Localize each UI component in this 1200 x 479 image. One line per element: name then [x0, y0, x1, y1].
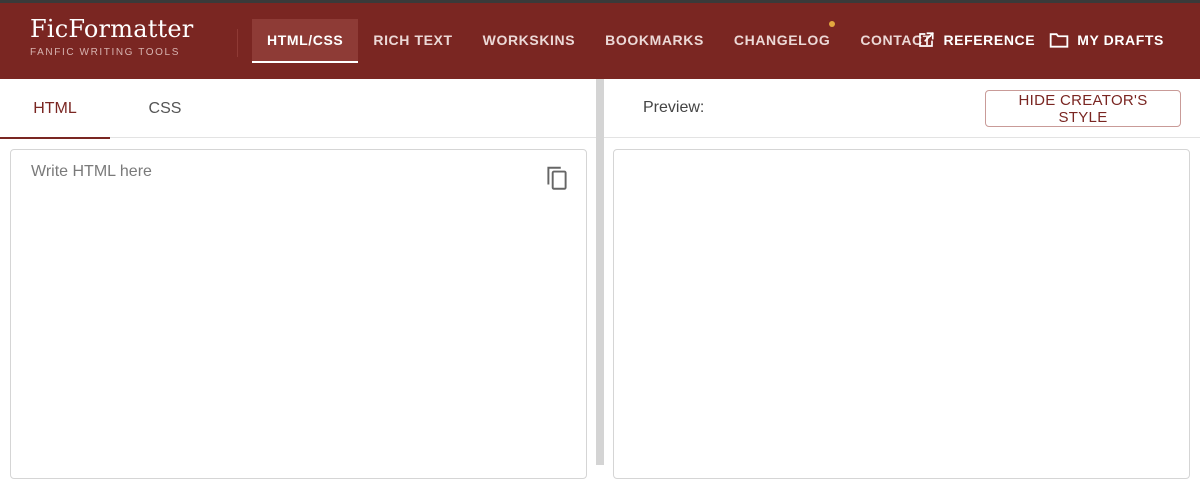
tab-label: CSS [148, 99, 182, 117]
notification-dot [829, 21, 836, 27]
main-nav: HTML/CSS RICH TEXT WORKSKINS BOOKMARKS C… [252, 19, 947, 63]
reference-link[interactable]: REFERENCE [917, 31, 1035, 49]
tab-css[interactable]: CSS [110, 79, 220, 138]
html-input[interactable] [11, 150, 586, 478]
nav-item-label: CHANGELOG [733, 32, 831, 48]
tab-label: HTML [33, 99, 77, 117]
html-editor [10, 149, 587, 479]
copy-button[interactable] [544, 164, 570, 192]
nav-item-bookmarks[interactable]: BOOKMARKS [590, 19, 719, 61]
nav-item-label: HTML/CSS [267, 32, 344, 48]
nav-item-rich-text[interactable]: RICH TEXT [358, 19, 467, 61]
nav-item-label: RICH TEXT [373, 32, 453, 48]
drafts-label: MY DRAFTS [1077, 32, 1164, 48]
editor-tabs: HTML CSS [0, 79, 596, 139]
brand-subtitle: FANFIC WRITING TOOLS [30, 47, 180, 58]
folder-icon [1049, 31, 1069, 49]
tab-html[interactable]: HTML [0, 79, 110, 139]
nav-item-label: WORKSKINS [482, 32, 576, 48]
top-navbar: FicFormatter FANFIC WRITING TOOLS HTML/C… [0, 3, 1200, 79]
editor-panel: HTML CSS [0, 79, 596, 479]
copy-icon [544, 166, 570, 196]
reference-label: REFERENCE [943, 32, 1036, 48]
panel-splitter[interactable] [596, 79, 604, 465]
nav-item-html-css[interactable]: HTML/CSS [252, 19, 359, 63]
my-drafts-link[interactable]: MY DRAFTS [1049, 31, 1164, 49]
preview-label: Preview: [643, 99, 705, 116]
preview-panel: Preview: HIDE CREATOR'S STYLE [604, 79, 1200, 479]
nav-item-workskins[interactable]: WORKSKINS [468, 19, 591, 61]
nav-item-label: BOOKMARKS [605, 32, 704, 48]
brand[interactable]: FicFormatter FANFIC WRITING TOOLS [30, 15, 193, 58]
brand-divider [237, 29, 238, 57]
hide-creators-style-button[interactable]: HIDE CREATOR'S STYLE [985, 90, 1181, 127]
nav-actions: REFERENCE MY DRAFTS [917, 19, 1164, 61]
external-link-icon [917, 31, 935, 49]
brand-title: FicFormatter [30, 15, 194, 43]
preview-header: Preview: HIDE CREATOR'S STYLE [604, 79, 1200, 138]
nav-item-changelog[interactable]: CHANGELOG [719, 19, 845, 61]
preview-area [613, 149, 1190, 479]
